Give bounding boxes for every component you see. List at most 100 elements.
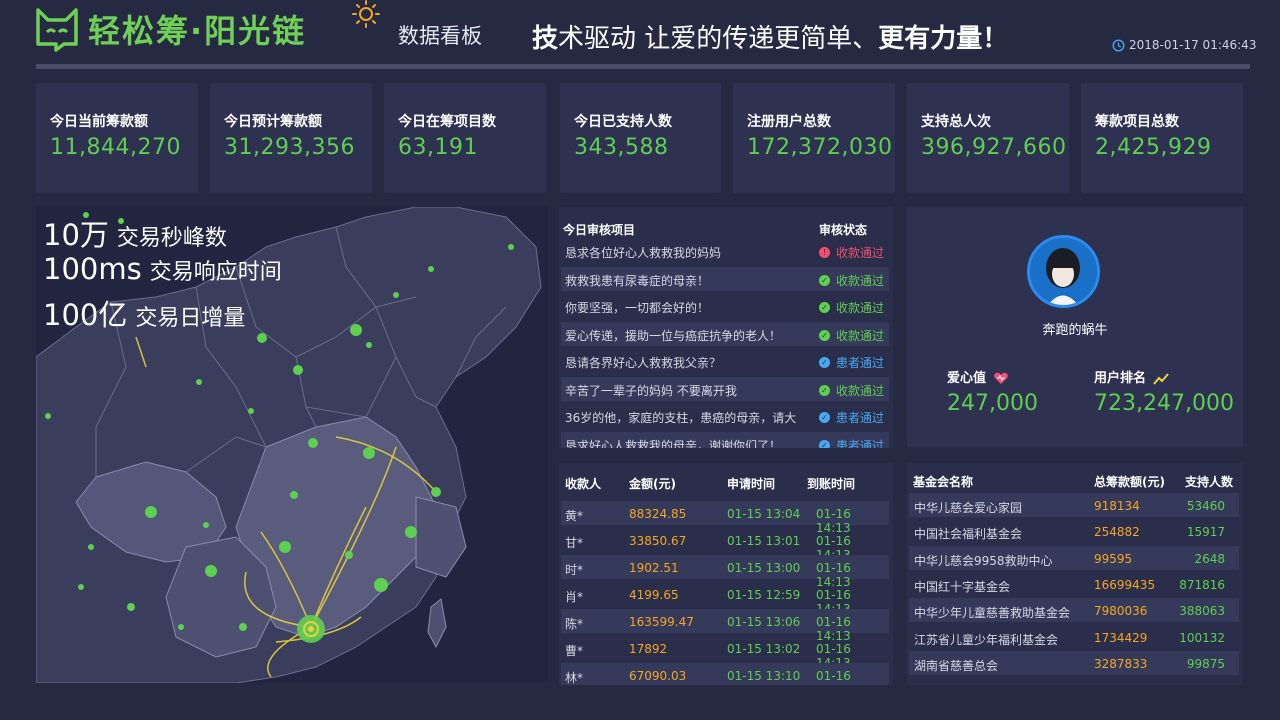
- kpi-text: 交易响应时间: [149, 260, 282, 285]
- payout-payee: 甘*: [565, 536, 584, 550]
- foundation-people: 100132: [1179, 630, 1225, 645]
- payout-amount: 1902.51: [629, 561, 679, 575]
- audit-col-project: 今日审核项目: [563, 223, 636, 237]
- audit-project-title: 恳求各位好心人救救我的妈妈: [565, 246, 722, 260]
- payout-payee: 曹*: [565, 644, 584, 658]
- foundation-row[interactable]: 中国社会福利基金会 254882 15917: [909, 519, 1239, 543]
- foundation-row[interactable]: 中华儿慈会爱心家园 918134 53460: [909, 493, 1239, 517]
- audit-status-text: 收款通过: [836, 328, 885, 343]
- foundation-people: 388063: [1179, 604, 1225, 619]
- payout-apply-time: 01-15 12:59: [727, 588, 801, 602]
- stat-label: 今日在筹项目数: [398, 114, 496, 130]
- stat-value: 11,844,270: [50, 135, 181, 160]
- audit-row[interactable]: 爱心传递，援助一位与癌症抗争的老人！ ✓ 收款通过: [561, 321, 889, 346]
- rank-label-text: 用户排名: [1094, 371, 1147, 386]
- foundation-name: 中华儿慈会爱心家园: [914, 501, 1023, 515]
- payout-row[interactable]: 肖*4199.6501-15 12:5901-16 14:13: [561, 582, 889, 616]
- payout-arrive-time: 01-16 14:12: [816, 669, 851, 685]
- slogan-bold: 更有力量！: [878, 24, 1009, 54]
- audit-status: ✓ 收款通过: [819, 382, 884, 399]
- foundation-name: 江苏省儿童少年福利基金会: [914, 632, 1059, 647]
- payout-row[interactable]: 陈* 163599.47 01-15 13:06 01-16 14:13: [561, 609, 889, 643]
- foundation-people: 871816: [1179, 577, 1225, 592]
- foundation-row[interactable]: 中华儿慈会9958救助中心 99595 2648: [909, 545, 1239, 570]
- audit-row[interactable]: 辛苦了一辈子的妈妈 不要离开我 ✓ 收款通过: [561, 376, 889, 401]
- audit-status-text: 收款通过: [836, 383, 885, 398]
- payout-payee: 黄*: [565, 509, 584, 523]
- header: 轻松筹·阳光链 数据看板 技术驱动 让爱的传递更简单、更有力量！ 2018-01…: [0, 0, 1280, 70]
- kpi-number: 100亿: [43, 298, 128, 332]
- kpi-response-time: 100ms 交易响应时间: [43, 252, 282, 292]
- payout-payee: 林*: [565, 671, 584, 685]
- payout-row[interactable]: 曹*1789201-15 13:0201-16 14:13: [561, 636, 889, 670]
- audit-row[interactable]: 恳请各界好心人救救我父亲？ ✓ 患者通过: [561, 349, 889, 373]
- audit-row[interactable]: 你要坚强，一切都会好的！ ✓ 收款通过: [561, 294, 889, 318]
- audit-project-title: 你要坚强，一切都会好的！: [565, 301, 710, 315]
- foundation-row[interactable]: 湖南省慈善总会 3287833 99875: [909, 650, 1239, 675]
- love-label: 爱心值: [947, 367, 1009, 386]
- logo-text: 轻松筹·阳光链: [88, 12, 307, 50]
- kpi-number: 100ms: [43, 252, 142, 286]
- slogan-prefix: 技: [532, 24, 559, 54]
- check-icon: ✓: [819, 357, 830, 368]
- logo[interactable]: 轻松筹·阳光链: [34, 6, 306, 52]
- slogan: 技术驱动 让爱的传递更简单、更有力量！: [532, 18, 1008, 55]
- audit-project-title: 爱心传递，援助一位与癌症抗争的老人！: [565, 328, 782, 343]
- foundation-name: 湖南省慈善总会: [914, 658, 999, 673]
- foundation-row[interactable]: 江苏省儿童少年福利基金会 1734429 100132: [909, 625, 1239, 649]
- stat-value: 343,588: [574, 135, 669, 160]
- audit-panel: 今日审核项目 审核状态 恳求各位好心人救救我的妈妈! 收款通过 救救我患有尿毒症的母…: [559, 207, 893, 448]
- audit-status: ✓ 患者通过: [819, 354, 884, 371]
- foundation-people: 2648: [1194, 551, 1225, 566]
- payout-amount: 17892: [629, 642, 668, 656]
- fund-col-name: 基金会名称: [913, 475, 974, 489]
- user-name: 奔跑的蜗牛: [1042, 323, 1108, 338]
- payout-apply-time: 01-15 13:01: [727, 534, 801, 548]
- kpi-text: 交易日增量: [135, 306, 246, 331]
- audit-project-title: 恳请各界好心人救救我父亲？: [565, 356, 722, 370]
- check-icon: ✓: [819, 329, 830, 341]
- audit-status: ✓ 患者通过: [819, 409, 884, 426]
- board-title: 数据看板: [398, 24, 482, 48]
- audit-status-text: 收款通过: [836, 246, 885, 260]
- stat-label: 注册用户总数: [747, 114, 831, 130]
- payout-col-payee: 收款人: [565, 477, 602, 491]
- stat-card-supporters-today: 今日已支持人数 343,588: [560, 83, 721, 193]
- payout-amount: 4199.65: [629, 588, 679, 602]
- audit-row[interactable]: 36岁的他，家庭的支柱，患癌的母亲，请大 ✓ 患者通过: [561, 404, 889, 428]
- foundation-total: 16699435: [1094, 577, 1156, 592]
- avatar[interactable]: [1027, 235, 1100, 308]
- stat-value: 396,927,660: [921, 135, 1067, 160]
- foundation-total: 1406918: [1094, 683, 1147, 685]
- audit-status: ✓ 患者通过: [819, 437, 884, 448]
- foundation-total: 7980036: [1094, 604, 1148, 619]
- stat-label: 今日当前筹款额: [50, 114, 148, 130]
- check-icon: ✓: [819, 384, 830, 396]
- payout-row[interactable]: 时* 1902.51 01-15 13:00 01-16 14:13: [561, 555, 889, 589]
- stat-value: 2,425,929: [1095, 135, 1212, 160]
- stat-card-current-raised: 今日当前筹款额 11,844,270: [36, 83, 198, 193]
- foundation-row[interactable]: 中国红十字基金会 16699435 871816: [909, 572, 1239, 596]
- audit-row[interactable]: 恳求各位好心人救救我的妈妈! 收款通过: [561, 239, 889, 263]
- stat-label: 筹款项目总数: [1095, 114, 1179, 130]
- foundation-row[interactable]: 中华少年儿童慈善救助基金会 7980036 388063: [909, 598, 1239, 623]
- kpi-text: 交易秒峰数: [116, 226, 227, 251]
- payout-amount: 67090.03: [629, 669, 687, 683]
- foundation-row[interactable]: 北京市华化扶贫基金会 1406918 86041: [909, 677, 1239, 685]
- payout-row[interactable]: 黄* 88324.85 01-15 13:04 01-16 14:13: [561, 501, 889, 535]
- check-icon: ✓: [819, 439, 830, 448]
- payout-row[interactable]: 林* 67090.03 01-15 13:10 01-16 14:12: [561, 663, 889, 685]
- love-value: 247,000: [947, 391, 1038, 416]
- audit-row[interactable]: 恳求好心人救救我的母亲，谢谢你们了！ ✓ 患者通过: [561, 431, 889, 449]
- audit-project-title: 恳求好心人救救我的母亲，谢谢你们了！: [565, 438, 782, 449]
- payout-amount: 33850.67: [629, 534, 687, 548]
- payout-row[interactable]: 甘*33850.6701-15 13:0101-16 14:13: [561, 528, 889, 562]
- payout-payee: 时*: [565, 563, 584, 577]
- payout-payee: 陈*: [565, 617, 584, 631]
- heart-icon: [993, 372, 1008, 384]
- audit-row[interactable]: 救救我患有尿毒症的母亲！ ✓ 收款通过: [561, 266, 889, 291]
- header-divider: [36, 64, 1250, 69]
- audit-col-status: 审核状态: [819, 223, 868, 237]
- foundation-people: 53460: [1186, 499, 1225, 513]
- stat-label: 今日预计筹款额: [224, 114, 322, 130]
